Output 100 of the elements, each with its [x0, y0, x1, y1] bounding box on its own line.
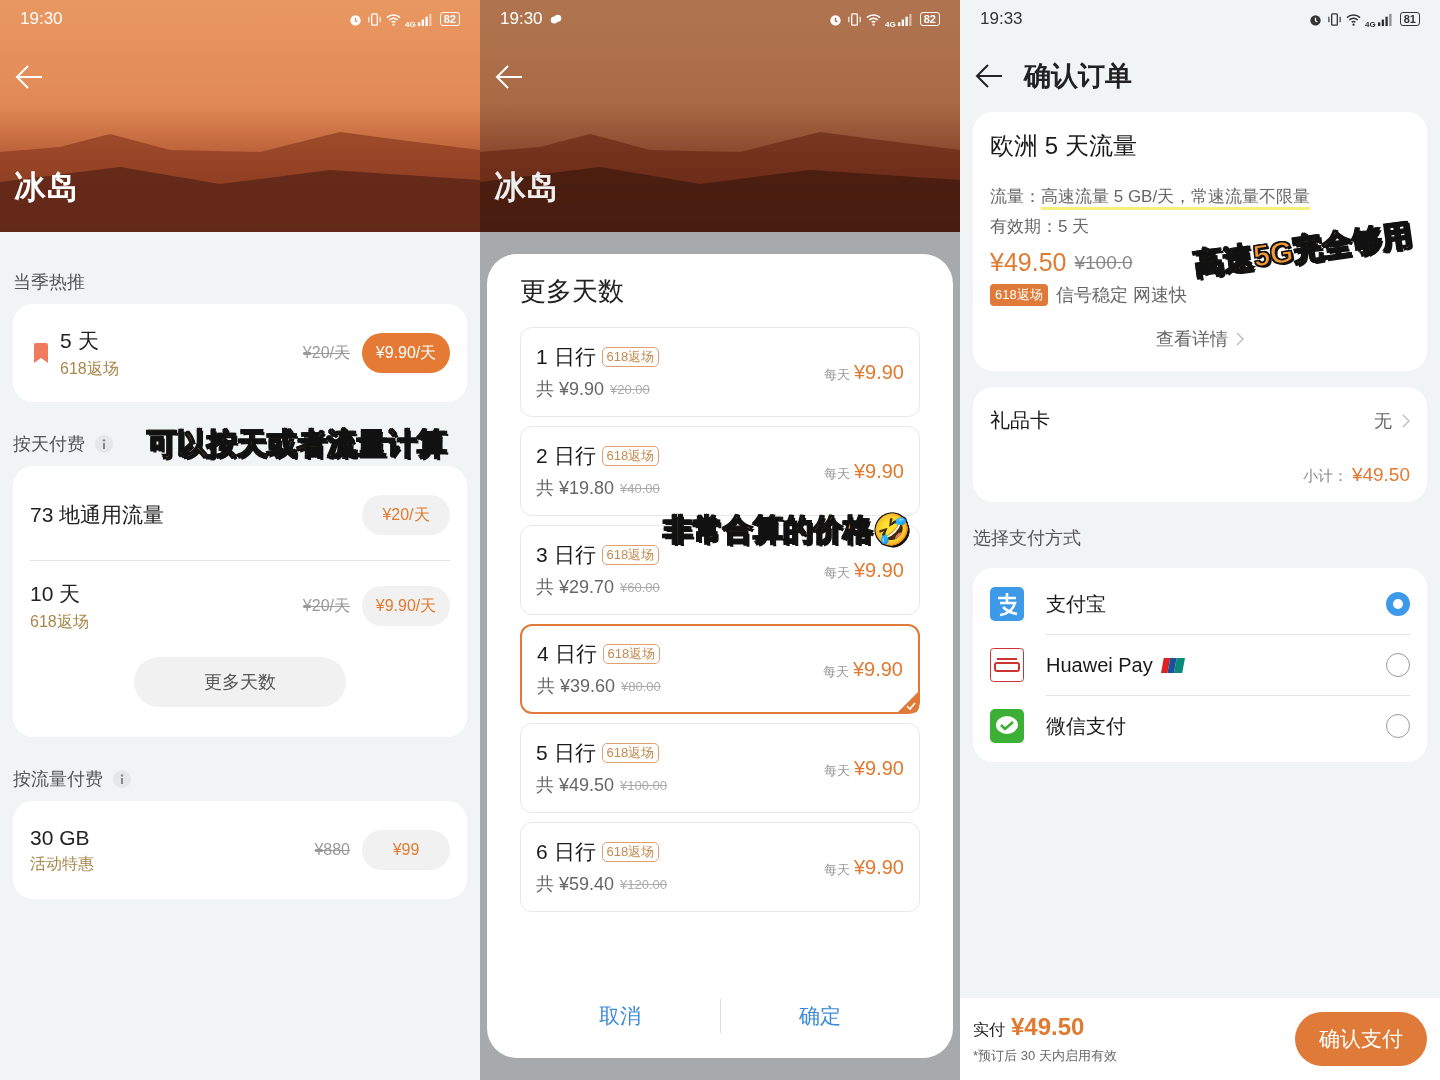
original-price: ¥40.00 [620, 480, 660, 496]
per-day-label: 每天 [823, 365, 850, 384]
section-heading: 按流量付费 [13, 768, 103, 791]
promo-tag: 618返场 [601, 347, 660, 367]
status-time: 19:30 [20, 9, 63, 29]
original-price: ¥20/天 [302, 595, 350, 616]
original-price: ¥100.0 [1074, 251, 1133, 274]
section-heading: 当季热推 [13, 271, 85, 294]
radio-button[interactable] [1386, 592, 1410, 616]
signal-icon [1376, 11, 1392, 27]
vibrate-icon [1327, 11, 1343, 27]
option-name: 3 日行 [536, 542, 596, 568]
wifi-icon [1346, 11, 1362, 27]
cloud-icon [548, 12, 563, 26]
day-option[interactable]: 6 日行 618返场 共 ¥59.40 ¥120.00 每天 ¥9.90 [520, 822, 920, 912]
option-name: 5 日行 [536, 740, 596, 766]
chevron-right-icon [1236, 332, 1244, 346]
vibrate-icon [367, 11, 383, 27]
chevron-right-icon [1402, 413, 1410, 428]
pay-logo-icon [990, 648, 1024, 682]
option-name: 6 日行 [536, 839, 596, 865]
payment-method-name: Huawei Pay [1046, 653, 1153, 677]
original-price: ¥20/天 [302, 342, 350, 363]
wifi-icon [386, 11, 402, 27]
day-option[interactable]: 5 日行 618返场 共 ¥49.50 ¥100.00 每天 ¥9.90 [520, 723, 920, 813]
per-day-label: 每天 [823, 464, 850, 483]
per-day-label: 每天 [823, 761, 850, 780]
original-price: ¥20.00 [610, 381, 650, 397]
day-option[interactable]: 1 日行 618返场 共 ¥9.90 ¥20.00 每天 ¥9.90 [520, 327, 920, 417]
total-price: 共 ¥59.40 [536, 873, 615, 896]
per-day-price: ¥9.90 [853, 756, 904, 780]
gift-card-selector[interactable]: 无 [1374, 408, 1410, 433]
original-price: ¥100.00 [620, 777, 668, 793]
plan-name: 10 天 [30, 580, 82, 607]
battery-indicator: 82 [919, 12, 940, 26]
view-details-link[interactable]: 查看详情 [1156, 327, 1244, 351]
check-corner-icon [897, 691, 919, 713]
subtotal-amount: ¥49.50 [1351, 464, 1410, 486]
option-name: 1 日行 [536, 344, 596, 370]
network-type: 4G [1365, 19, 1376, 29]
per-day-label: 每天 [823, 563, 850, 582]
day-option[interactable]: 4 日行 618返场 共 ¥39.60 ¥80.00 每天 ¥9.90 [520, 624, 920, 714]
total-price: 共 ¥39.60 [537, 675, 616, 698]
total-price: 共 ¥49.50 [536, 774, 615, 797]
signal-icon [416, 11, 432, 27]
per-day-price: ¥9.90 [852, 657, 903, 681]
product-price: ¥49.50 [990, 248, 1067, 277]
plan-name: 73 地通用流量 [30, 502, 165, 528]
section-heading: 选择支付方式 [973, 527, 1082, 550]
per-day-label: 每天 [823, 860, 850, 879]
promo-tag: 618返场 [601, 545, 660, 565]
status-time: 19:30 [500, 9, 543, 29]
validity-note: *预订后 30 天内启用有效 [973, 1047, 1117, 1065]
caption-text: 可以按天或者流量计算 [147, 425, 447, 462]
option-name: 2 日行 [536, 443, 596, 469]
promo-tag: 618返场 [602, 644, 661, 664]
total-price: 共 ¥29.70 [536, 576, 615, 599]
bookmark-icon [34, 343, 48, 363]
per-day-price: ¥9.90 [853, 360, 904, 384]
original-price: ¥880 [314, 841, 350, 859]
bank-card-icon [1160, 657, 1185, 673]
original-price: ¥80.00 [621, 678, 661, 694]
payment-method-name: 微信支付 [1046, 713, 1126, 739]
promo-label: 活动特惠 [30, 853, 94, 874]
total-price: 共 ¥19.80 [536, 477, 615, 500]
promo-label: 618返场 [30, 611, 89, 632]
detail-label: 有效期： [990, 216, 1058, 238]
battery-indicator: 81 [1399, 12, 1420, 26]
payment-method-name: 支付宝 [1046, 591, 1106, 617]
amount-label: 实付 [973, 1020, 1005, 1040]
cancel-button[interactable]: 取消 [520, 994, 720, 1038]
per-day-price: ¥9.90 [853, 459, 904, 483]
original-price: ¥60.00 [620, 579, 660, 595]
network-type: 4G [885, 19, 896, 29]
caption-text: 高速5G完全够用 [1191, 216, 1415, 284]
per-day-label: 每天 [822, 662, 849, 681]
promo-tag: 618返场 [990, 284, 1048, 306]
network-type: 4G [405, 19, 416, 29]
product-name: 欧洲 5 天流量 [990, 131, 1138, 161]
confirm-button[interactable]: 确定 [720, 994, 920, 1038]
plan-name: 5 天 [60, 327, 100, 354]
original-price: ¥120.00 [620, 876, 668, 892]
subtotal-label: 小计： [1302, 467, 1348, 486]
section-heading: 按天付费 [13, 433, 85, 456]
product-slogan: 信号稳定 网速快 [1055, 284, 1187, 307]
battery-indicator: 82 [439, 12, 460, 26]
promo-tag: 618返场 [601, 446, 660, 466]
promo-tag: 618返场 [601, 842, 660, 862]
page-title: 冰岛 [494, 168, 558, 207]
more-days-button[interactable]: 更多天数 [134, 657, 346, 707]
page-title: 确认订单 [1024, 60, 1132, 93]
alipay-icon [990, 587, 1024, 621]
per-day-price: ¥9.90 [853, 855, 904, 879]
plan-name: 30 GB [30, 825, 91, 850]
status-time: 19:33 [980, 9, 1023, 29]
page-title: 冰岛 [14, 168, 78, 207]
promo-tag: 618返场 [601, 743, 660, 763]
info-icon[interactable] [95, 435, 113, 453]
per-day-price: ¥9.90 [853, 558, 904, 582]
info-icon[interactable] [113, 770, 131, 788]
